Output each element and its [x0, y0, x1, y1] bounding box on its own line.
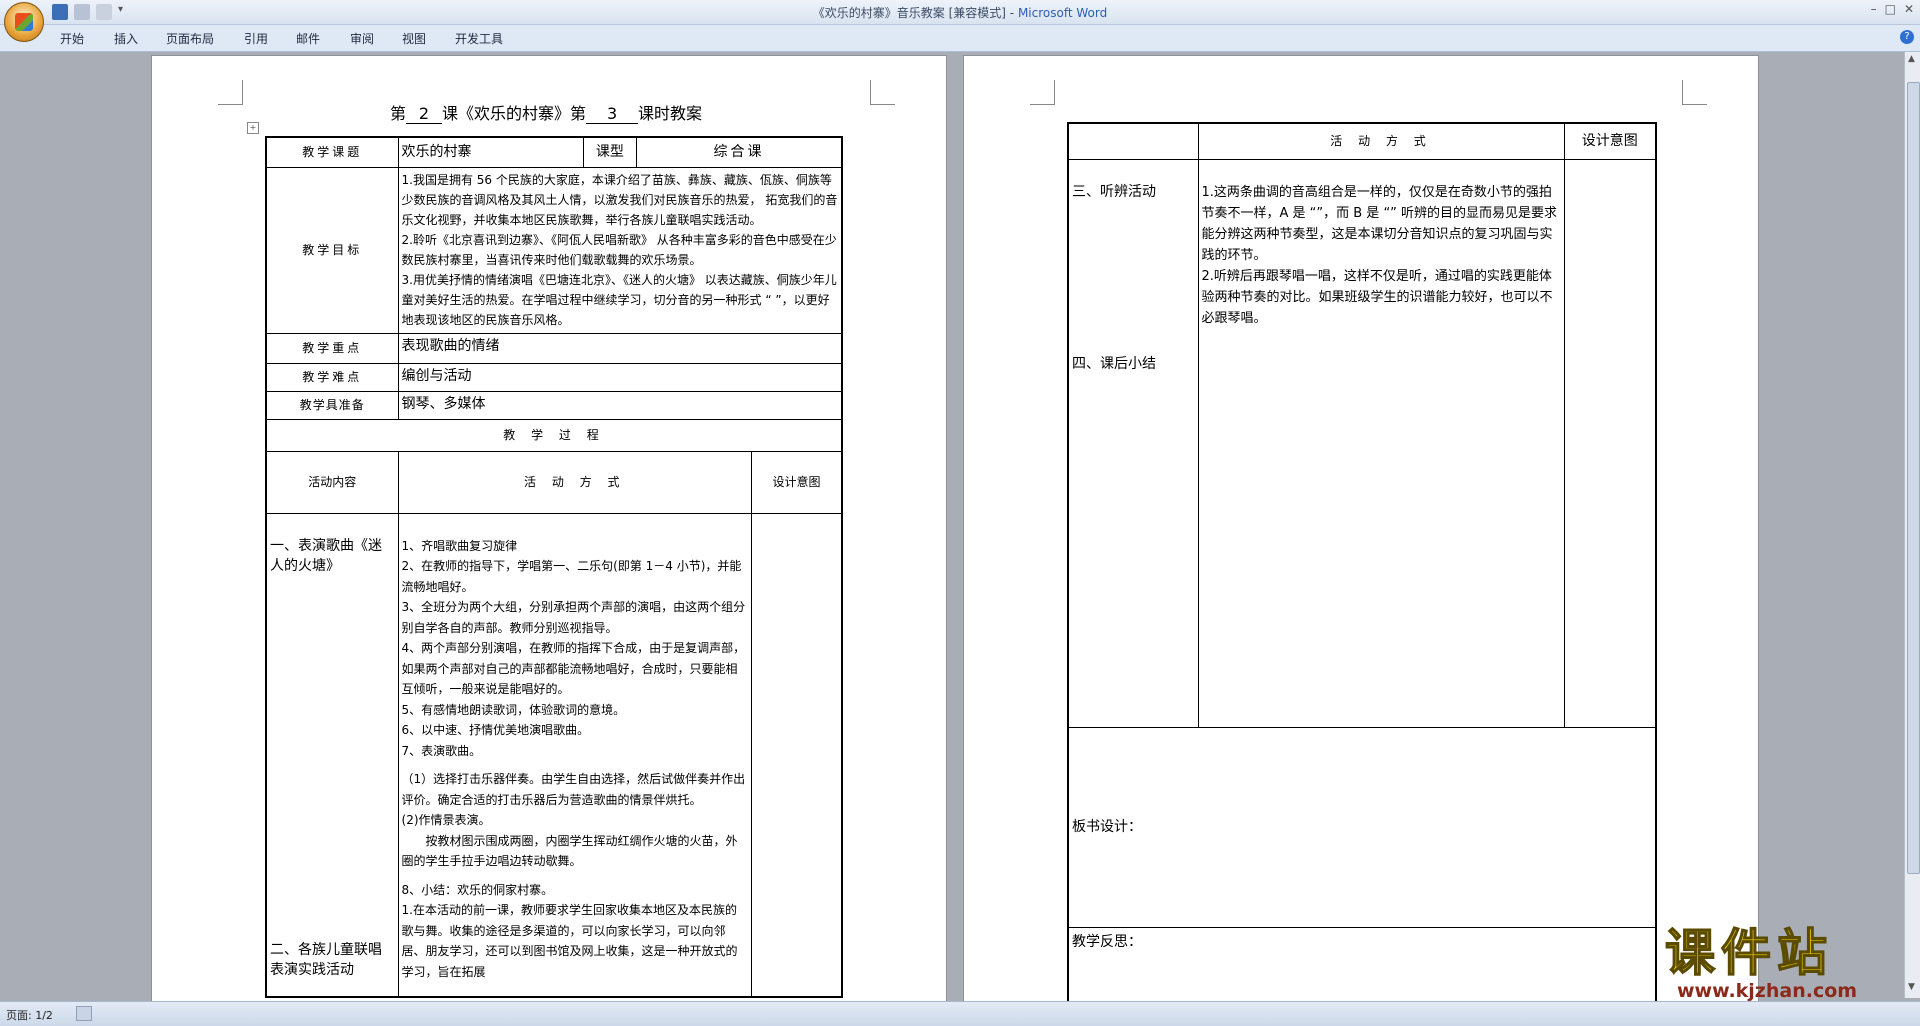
period-number: 3 — [586, 104, 639, 124]
tab-review[interactable]: 审阅 — [350, 30, 374, 47]
method-step: 6、以中速、抒情优美地演唱歌曲。 — [401, 723, 590, 737]
maximize-button[interactable]: □ — [1885, 2, 1896, 16]
crop-mark — [218, 80, 243, 105]
design-intent-cell — [1563, 158, 1657, 728]
key-value: 表现歌曲的情绪 — [397, 332, 843, 364]
title-bar: ▾ 《欢乐的村寨》音乐教案 [兼容模式] - Microsoft Word – … — [0, 0, 1920, 42]
activity-method-cell: 1、齐唱歌曲复习旋律 2、在教师的指导下，学唱第一、二乐句(即第 1－4 小节)… — [397, 512, 752, 998]
scroll-up-icon[interactable]: ▲ — [1908, 54, 1915, 64]
topic-label: 教学课题 — [265, 136, 399, 168]
type-value: 综合课 — [636, 136, 843, 168]
design-intent-cell — [750, 512, 843, 998]
col-content-header: 活动内容 — [265, 450, 399, 514]
method-step: 8、小结：欢乐的侗家村寨。 — [401, 882, 554, 897]
minimize-button[interactable]: – — [1871, 2, 1877, 16]
table-move-handle-icon[interactable]: + — [247, 122, 259, 134]
goal-list: 1.我国是拥有 56 个民族的大家庭，本课介绍了苗族、彝族、藏族、佤族、侗族等少… — [397, 166, 843, 334]
window-controls: – □ ✕ — [1871, 2, 1914, 16]
window-title: 《欢乐的村寨》音乐教案 [兼容模式] - Microsoft Word — [0, 4, 1920, 21]
process-heading: 教 学 过 程 — [265, 418, 843, 452]
watermark-logo: 课件站 www.kjzhan.com — [1664, 924, 1905, 1002]
key-label: 教学重点 — [265, 332, 399, 364]
board-design-cell: 板书设计： — [1067, 726, 1657, 928]
document-title: 《欢乐的村寨》音乐教案 [兼容模式] — [812, 6, 1006, 20]
prep-value: 钢琴、多媒体 — [397, 390, 843, 420]
method-step: 4、两个声部分别演唱，在教师的指挥下合成，由于是复调声部，如果两个声部对自己的声… — [401, 641, 746, 696]
document-page-1: 第 2 课《欢乐的村寨》第 3 课时教案 + 教学课题 欢乐的村寨 课型 综合课 教学目… — [152, 56, 946, 1001]
watermark-text: 课件站 — [1664, 924, 1833, 982]
title-separator: - — [1005, 6, 1018, 20]
type-label: 课型 — [582, 136, 638, 168]
vertical-scrollbar[interactable]: ▲ ▼ — [1904, 52, 1920, 998]
goal-label: 教学目标 — [265, 166, 399, 334]
tab-mailings[interactable]: 邮件 — [296, 30, 320, 47]
office-logo-icon — [15, 13, 33, 31]
tab-home[interactable]: 开始 — [60, 30, 84, 47]
heading-text: 课《欢乐的村寨》第 — [442, 104, 587, 123]
ribbon-tab-bar: 开始 插入 页面布局 引用 邮件 审阅 视图 开发工具 ? — [0, 25, 1920, 52]
activity-content-cell: 一、表演歌曲《迷人的火塘》 二、各族儿童联唱表演实践活动 — [265, 512, 399, 998]
reflection-label: 教学反思： — [1072, 933, 1142, 950]
goal-item: 2.聆听《北京喜讯到边寨》、《阿佤人民唱新歌》 从各种丰富多彩的音色中感受在少数… — [401, 232, 837, 267]
method-step: 2、在教师的指导下，学唱第一、二乐句(即第 1－4 小节)，并能流畅地唱好。 — [401, 559, 742, 594]
tab-developer[interactable]: 开发工具 — [455, 30, 503, 47]
status-bar: 页面: 1/2 — [0, 1001, 1920, 1026]
method-step: 1.这两条曲调的音高组合是一样的，仅仅是在奇数小节的强拍节奏不一样，A 是 “”… — [1201, 184, 1558, 263]
method-step: 1.在本活动的前一课，教师要求学生回家收集本地区及本民族的歌与舞。收集的途径是多… — [401, 903, 738, 979]
proofing-icon[interactable] — [76, 1006, 92, 1021]
heading-text: 课时教案 — [638, 104, 703, 123]
crop-mark — [1682, 80, 1707, 105]
tab-view[interactable]: 视图 — [402, 30, 426, 47]
method-step: （1）选择打击乐器伴奏。由学生自由选择，然后试做伴奏并作出评价。确定合适的打击乐… — [401, 772, 746, 807]
lesson-number: 2 — [406, 104, 443, 124]
crop-mark — [870, 80, 895, 105]
crop-mark — [1030, 80, 1055, 105]
difficulty-label: 教学难点 — [265, 362, 399, 392]
col-content-header-empty — [1067, 122, 1199, 160]
lesson-plan-table: 教学课题 欢乐的村寨 课型 综合课 教学目标 1.我国是拥有 56 个民族的大家… — [265, 136, 843, 998]
method-step: 按教材图示围成两圈，内圈学生挥动红绸作火塘的火苗，外圈的学生手拉手边唱边转动歇舞… — [401, 833, 738, 869]
office-button[interactable] — [4, 2, 44, 42]
tab-references[interactable]: 引用 — [244, 30, 268, 47]
goal-item: 1.我国是拥有 56 个民族的大家庭，本课介绍了苗族、彝族、藏族、佤族、侗族等少… — [401, 172, 838, 227]
help-icon[interactable]: ? — [1900, 30, 1914, 44]
tab-page-layout[interactable]: 页面布局 — [166, 30, 214, 47]
method-step: 2.听辨后再跟琴唱一唱，这样不仅是听，通过唱的实践更能体验两种节奏的对比。如果班… — [1201, 268, 1553, 326]
goal-item: 3.用优美抒情的情绪演唱《巴塘连北京》、《迷人的火塘》 以表达藏族、侗族少年儿童… — [401, 272, 837, 327]
method-step: 5、有感情地朗读歌词，体验歌词的意境。 — [401, 702, 626, 717]
col-design-header: 设计意图 — [750, 450, 843, 514]
prep-label: 教学具准备 — [265, 390, 399, 420]
board-design-label: 板书设计： — [1072, 819, 1142, 835]
method-step: 1、齐唱歌曲复习旋律 — [401, 538, 518, 553]
reflection-cell: 教学反思： — [1067, 926, 1657, 1008]
activity-item: 四、课后小结 — [1072, 355, 1156, 372]
watermark-url: www.kjzhan.com — [1677, 980, 1858, 1002]
document-page-2: 活 动 方 式 设计意图 三、听辨活动 四、课后小结 1.这两条曲调的音高组合是… — [964, 56, 1758, 1008]
page-indicator[interactable]: 页面: 1/2 — [6, 1007, 53, 1023]
heading-text: 第 — [390, 104, 407, 123]
scroll-down-icon[interactable]: ▼ — [1908, 982, 1915, 992]
col-method-header: 活 动 方 式 — [1197, 122, 1565, 160]
col-design-header: 设计意图 — [1563, 122, 1657, 160]
app-name: Microsoft Word — [1017, 6, 1108, 20]
lesson-plan-table-continued: 活 动 方 式 设计意图 三、听辨活动 四、课后小结 1.这两条曲调的音高组合是… — [1067, 122, 1657, 1008]
difficulty-value: 编创与活动 — [397, 362, 843, 392]
method-step: 3、全班分为两个大组，分别承担两个声部的演唱，由这两个组分别自学各自的声部。教师… — [401, 600, 746, 635]
activity-item: 二、各族儿童联唱表演实践活动 — [270, 941, 382, 978]
tab-insert[interactable]: 插入 — [114, 30, 138, 47]
activity-method-cell: 1.这两条曲调的音高组合是一样的，仅仅是在奇数小节的强拍节奏不一样，A 是 “”… — [1197, 158, 1565, 728]
col-method-header: 活 动 方 式 — [397, 450, 752, 514]
close-button[interactable]: ✕ — [1904, 2, 1914, 16]
method-step: 7、表演歌曲。 — [401, 743, 482, 758]
activity-item: 三、听辨活动 — [1072, 183, 1156, 200]
scrollbar-thumb[interactable] — [1907, 82, 1920, 874]
method-step: (2)作情景表演。 — [401, 813, 491, 827]
activity-item: 一、表演歌曲《迷人的火塘》 — [270, 537, 382, 574]
topic-value: 欢乐的村寨 — [397, 136, 584, 168]
lesson-heading: 第 2 课《欢乐的村寨》第 3 课时教案 — [390, 100, 702, 124]
activity-content-cell: 三、听辨活动 四、课后小结 — [1067, 158, 1199, 728]
